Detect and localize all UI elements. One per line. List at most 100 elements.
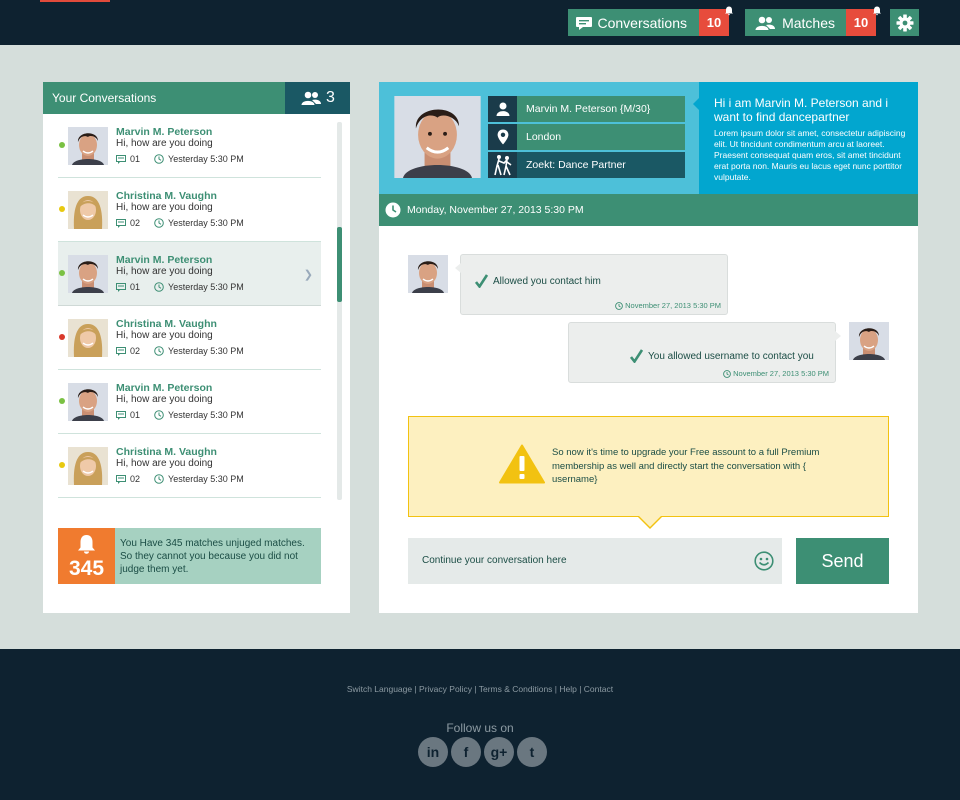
footer-link[interactable]: Help: [559, 684, 576, 694]
clock-icon: [615, 301, 623, 310]
message-count: 01: [130, 282, 141, 292]
conversation-item[interactable]: Marvin M. Peterson Hi, how are you doing 0…: [58, 242, 321, 306]
users-icon: [301, 91, 322, 105]
message-text: Allowed you contact him: [493, 275, 601, 287]
last-message-time: Yesterday 5:30 PM: [168, 282, 244, 292]
bio-text: Lorem ipsum dolor sit amet, consectetur …: [714, 128, 906, 182]
clock-icon: [154, 346, 164, 356]
chat-panel: Marvin M. Peterson {M/30} London Zoekt: …: [379, 82, 918, 613]
gear-icon: [896, 14, 913, 31]
contact-name: Christina M. Vaughn: [116, 446, 217, 458]
online-count-box: 3: [285, 82, 350, 114]
profile-location-row: London: [488, 124, 685, 150]
upgrade-notice-text: So now it's time to upgrade your Free as…: [552, 447, 820, 485]
google-plus-icon[interactable]: g+: [484, 737, 514, 767]
avatar: [68, 447, 108, 485]
matches-button[interactable]: Matches: [745, 9, 847, 36]
conversations-panel: Your Conversations 3 Marvin M. Peterson H…: [43, 82, 350, 613]
send-button[interactable]: Send: [796, 538, 889, 584]
conversation-item[interactable]: Marvin M. Peterson Hi, how are you doing 0…: [58, 370, 321, 434]
conversation-item[interactable]: Marvin M. Peterson Hi, how are you doing 0…: [58, 114, 321, 178]
linkedin-icon[interactable]: in: [418, 737, 448, 767]
twitter-icon[interactable]: t: [517, 737, 547, 767]
footer-links: Switch Language | Privacy Policy | Terms…: [0, 684, 960, 694]
message-icon: [116, 218, 126, 228]
profile-seeking: Zoekt: Dance Partner: [526, 159, 626, 171]
conversations-label: Conversations: [597, 14, 688, 31]
warning-icon: [499, 444, 545, 484]
footer-link[interactable]: Contact: [584, 684, 613, 694]
profile-header: Marvin M. Peterson {M/30} London Zoekt: …: [379, 82, 918, 194]
clock-icon: [154, 154, 164, 164]
profile-name: Marvin M. Peterson {M/30}: [526, 103, 651, 115]
avatar: [68, 191, 108, 229]
profile-seeking-row: Zoekt: Dance Partner: [488, 152, 685, 178]
clock-icon: [154, 282, 164, 292]
link-separator: |: [576, 684, 584, 694]
facebook-icon[interactable]: f: [451, 737, 481, 767]
bell-icon: [725, 6, 733, 16]
conversation-item[interactable]: Christina M. Vaughn Hi, how are you doing…: [58, 178, 321, 242]
conversations-button[interactable]: Conversations: [568, 9, 699, 36]
alert-number: 345: [68, 557, 105, 580]
conversations-panel-title: Your Conversations: [52, 91, 157, 105]
last-message-time: Yesterday 5:30 PM: [168, 474, 244, 484]
check-icon: [475, 274, 488, 288]
status-dot: [59, 462, 65, 468]
status-dot: [59, 334, 65, 340]
upgrade-notice: So now it's time to upgrade your Free as…: [408, 416, 889, 529]
conversation-date-bar: Monday, November 27, 2013 5:30 PM: [379, 194, 918, 226]
last-message-time: Yesterday 5:30 PM: [168, 410, 244, 420]
message-icon: [116, 154, 126, 164]
contact-name: Marvin M. Peterson: [116, 126, 213, 138]
footer: Switch Language | Privacy Policy | Terms…: [0, 649, 960, 800]
chat-message-outgoing: You allowed username to contact you Nove…: [568, 322, 841, 383]
clock-icon: [385, 202, 401, 218]
last-message: Hi, how are you doing: [116, 138, 213, 149]
last-message-time: Yesterday 5:30 PM: [168, 218, 244, 228]
last-message: Hi, how are you doing: [116, 458, 213, 469]
conversation-item[interactable]: Christina M. Vaughn Hi, how are you doing…: [58, 434, 321, 498]
conversations-panel-header: Your Conversations 3: [43, 82, 350, 114]
emoji-icon[interactable]: [754, 551, 774, 571]
scrollbar-thumb[interactable]: [337, 227, 342, 302]
avatar: [68, 127, 108, 165]
avatar: [408, 255, 448, 293]
profile-name-row: Marvin M. Peterson {M/30}: [488, 96, 685, 122]
chevron-right-icon: ❯: [303, 269, 313, 281]
settings-button[interactable]: [890, 9, 919, 36]
bio-title: Hi i am Marvin M. Peterson and i want to…: [714, 96, 889, 124]
conversation-item[interactable]: Christina M. Vaughn Hi, how are you doing…: [58, 306, 321, 370]
footer-link[interactable]: Terms & Conditions: [479, 684, 553, 694]
alert-text: You Have 345 matches unjuged matches. So…: [120, 538, 305, 575]
top-bar: Conversations 10 Matches 10: [0, 0, 960, 45]
clock-icon: [154, 474, 164, 484]
message-icon: [116, 282, 126, 292]
contact-name: Marvin M. Peterson: [116, 254, 213, 266]
scrollbar-track[interactable]: [337, 122, 342, 500]
unjudged-matches-alert[interactable]: 345 You Have 345 matches unjuged matches…: [58, 528, 321, 584]
footer-link[interactable]: Privacy Policy: [419, 684, 472, 694]
users-icon: [751, 16, 778, 30]
avatar: [68, 319, 108, 357]
status-dot: [59, 142, 65, 148]
accent-line: [40, 0, 110, 2]
message-input-placeholder: Continue your conversation here: [422, 555, 567, 566]
profile-bio: Hi i am Marvin M. Peterson and i want to…: [699, 82, 918, 194]
chat-bubble-icon: [574, 16, 594, 30]
message-count: 01: [130, 410, 141, 420]
last-message-time: Yesterday 5:30 PM: [168, 346, 244, 356]
message-text: You allowed username to contact you: [648, 350, 814, 362]
message-icon: [116, 410, 126, 420]
follow-us-label: Follow us on: [446, 721, 514, 735]
user-icon: [488, 96, 517, 122]
clock-icon: [154, 218, 164, 228]
link-separator: |: [412, 684, 420, 694]
profile-location: London: [526, 131, 562, 143]
footer-link[interactable]: Switch Language: [347, 684, 412, 694]
conversation-list[interactable]: Marvin M. Peterson Hi, how are you doing 0…: [58, 114, 321, 499]
last-message: Hi, how are you doing: [116, 202, 213, 213]
message-input[interactable]: Continue your conversation here: [408, 538, 782, 584]
clock-icon: [154, 410, 164, 420]
online-count: 3: [326, 89, 335, 106]
